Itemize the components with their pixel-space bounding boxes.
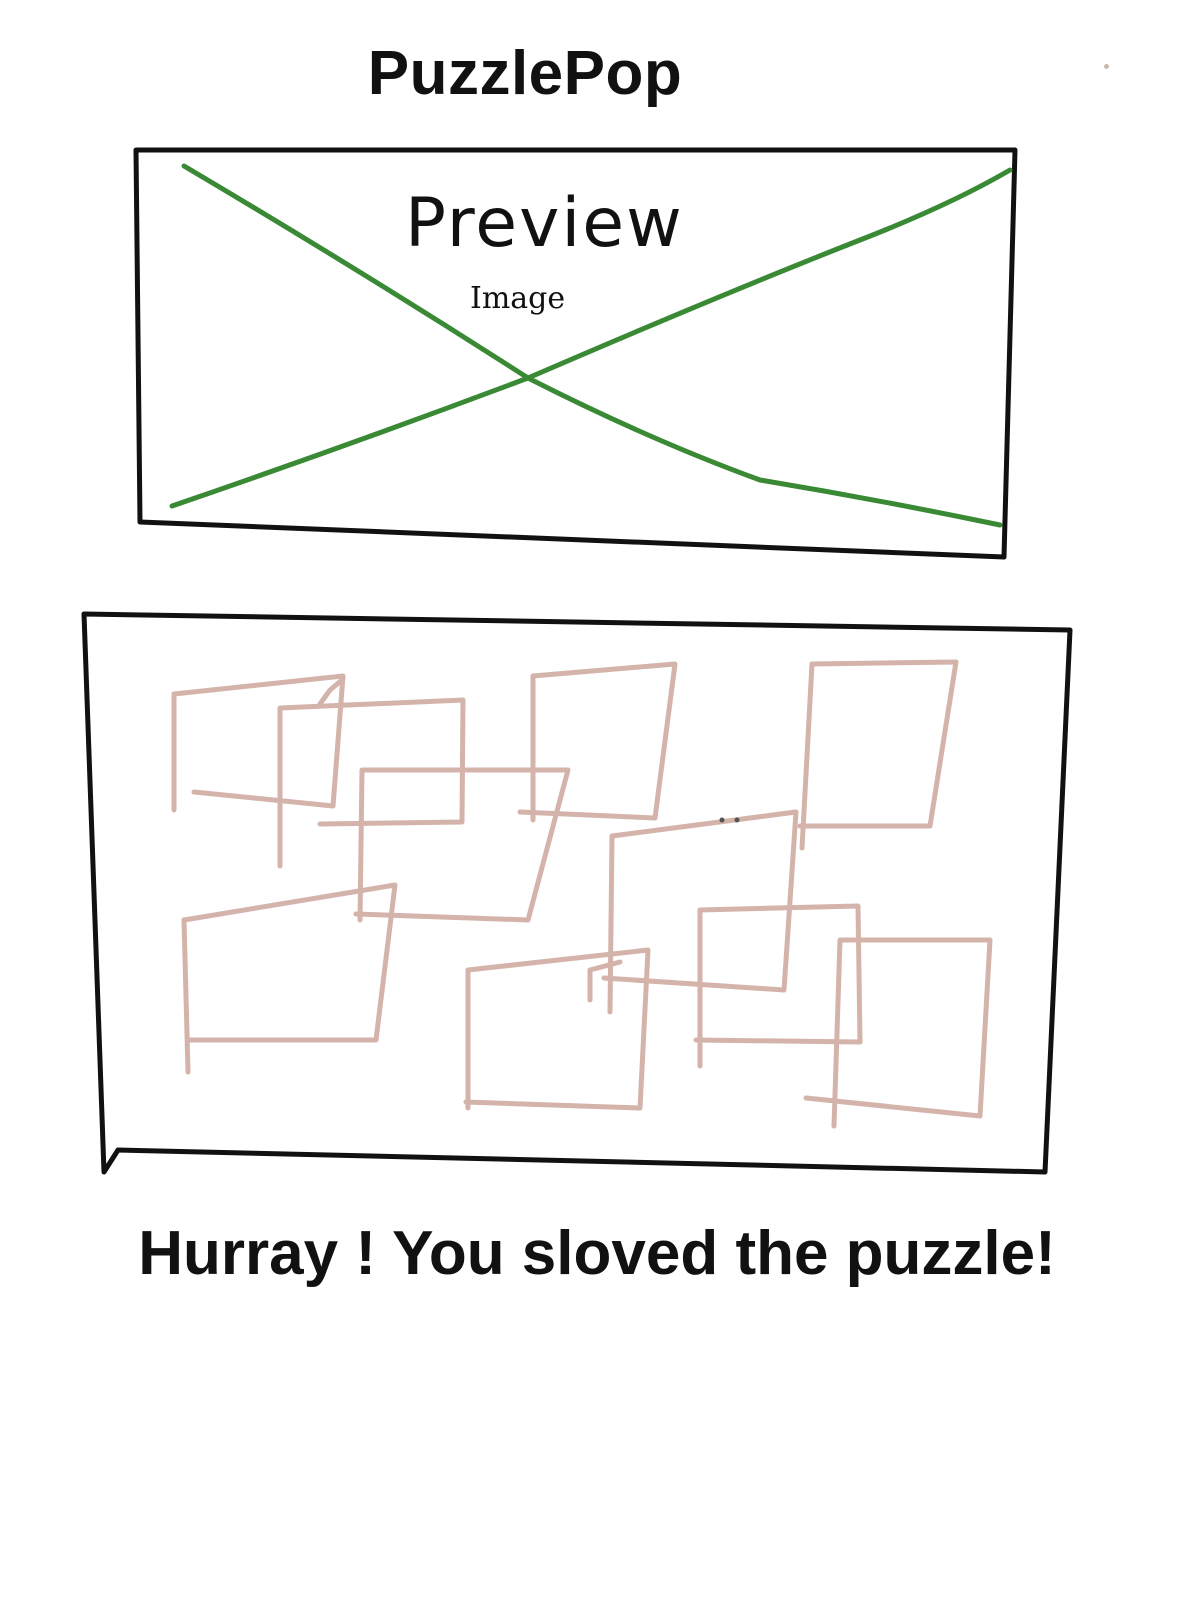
puzzle-piece xyxy=(463,947,651,1111)
puzzle-pieces xyxy=(171,659,993,1129)
preview-label: Preview xyxy=(405,184,684,263)
stray-mark xyxy=(734,817,740,823)
puzzle-piece xyxy=(797,659,959,851)
success-message: Hurray ! You sloved the puzzle! xyxy=(138,1219,1056,1288)
puzzle-board-frame xyxy=(81,611,1073,1175)
puzzle-piece xyxy=(517,661,678,823)
puzzle-board[interactable] xyxy=(81,611,1073,1175)
stray-mark xyxy=(719,817,725,823)
preview-sublabel: Image xyxy=(470,281,566,316)
puzzle-piece xyxy=(171,673,346,813)
puzzle-piece xyxy=(277,697,466,869)
puzzle-piece xyxy=(803,937,993,1129)
